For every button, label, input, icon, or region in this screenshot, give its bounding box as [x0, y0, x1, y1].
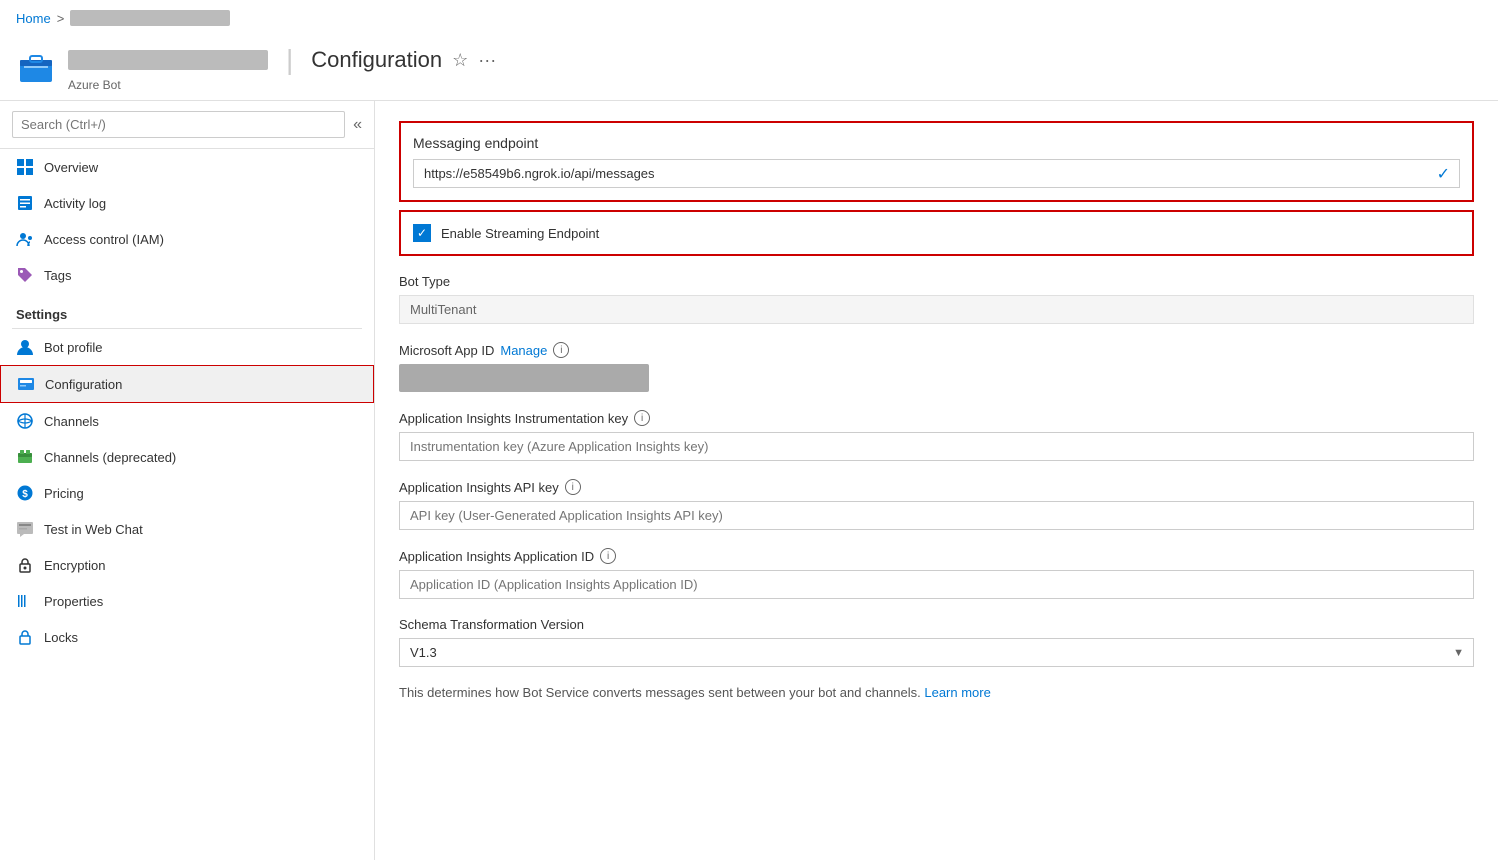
sidebar-item-overview[interactable]: Overview — [0, 149, 374, 185]
streaming-endpoint-checkbox[interactable]: ✓ — [413, 224, 431, 242]
sidebar-item-channels-deprecated[interactable]: Channels (deprecated) — [0, 439, 374, 475]
app-id-info-icon[interactable]: i — [553, 342, 569, 358]
sidebar-item-channels-label: Channels — [44, 414, 99, 429]
sidebar-item-configuration-label: Configuration — [45, 377, 122, 392]
sidebar-item-properties[interactable]: Properties — [0, 583, 374, 619]
bot-type-label: Bot Type — [399, 274, 1474, 289]
app-insights-key-label: Application Insights Instrumentation key… — [399, 410, 1474, 426]
microsoft-app-id-label: Microsoft App ID Manage i — [399, 342, 1474, 358]
app-insights-api-key-input[interactable] — [399, 501, 1474, 530]
bot-profile-icon — [16, 338, 34, 356]
app-insights-app-id-info-icon[interactable]: i — [600, 548, 616, 564]
sidebar-item-activity-log-label: Activity log — [44, 196, 106, 211]
sidebar-item-configuration[interactable]: Configuration — [0, 365, 374, 403]
access-control-icon — [16, 230, 34, 248]
header-subtitle: Azure Bot — [68, 78, 496, 92]
sidebar-item-bot-profile-label: Bot profile — [44, 340, 103, 355]
app-insights-key-info-icon[interactable]: i — [634, 410, 650, 426]
properties-icon — [16, 592, 34, 610]
app-insights-app-id-label: Application Insights Application ID i — [399, 548, 1474, 564]
encryption-icon — [16, 556, 34, 574]
test-web-chat-icon — [16, 520, 34, 538]
microsoft-app-id-masked — [399, 364, 649, 392]
tags-icon — [16, 266, 34, 284]
channels-icon — [16, 412, 34, 430]
messaging-endpoint-input[interactable] — [413, 159, 1460, 188]
sidebar-item-test-web-chat-label: Test in Web Chat — [44, 522, 143, 537]
configuration-icon — [17, 375, 35, 393]
settings-section-label: Settings — [0, 293, 374, 328]
sidebar-item-bot-profile[interactable]: Bot profile — [0, 329, 374, 365]
bot-type-section: Bot Type — [399, 274, 1474, 324]
messaging-endpoint-label: Messaging endpoint — [413, 135, 1460, 151]
schema-transformation-select-wrapper: V1.3 V1.2 V1.1 V1.0 — [399, 638, 1474, 667]
streaming-endpoint-row: ✓ Enable Streaming Endpoint — [413, 224, 1460, 242]
sidebar-search-container: « — [0, 101, 374, 149]
sidebar-item-tags-label: Tags — [44, 268, 71, 283]
sidebar-item-encryption-label: Encryption — [44, 558, 105, 573]
content-area: Messaging endpoint ✓ ✓ Enable Streaming … — [375, 101, 1498, 860]
search-input[interactable] — [12, 111, 345, 138]
pricing-icon: $ — [16, 484, 34, 502]
sidebar-item-pricing-label: Pricing — [44, 486, 84, 501]
app-insights-api-key-label: Application Insights API key i — [399, 479, 1474, 495]
sidebar-item-channels[interactable]: Channels — [0, 403, 374, 439]
page-title: Configuration — [311, 47, 442, 73]
header-title-area: | Configuration ☆ ··· Azure Bot — [68, 44, 496, 92]
sidebar-item-tags[interactable]: Tags — [0, 257, 374, 293]
messaging-endpoint-input-container: ✓ — [413, 159, 1460, 188]
sidebar-item-activity-log[interactable]: Activity log — [0, 185, 374, 221]
locks-icon — [16, 628, 34, 646]
azure-bot-icon — [16, 48, 56, 88]
app-insights-app-id-input[interactable] — [399, 570, 1474, 599]
schema-transformation-section: Schema Transformation Version V1.3 V1.2 … — [399, 617, 1474, 667]
page-header: | Configuration ☆ ··· Azure Bot — [0, 36, 1498, 101]
header-divider: | — [286, 44, 293, 76]
overview-icon — [16, 158, 34, 176]
sidebar: « Overview Activity log Access control (… — [0, 101, 375, 860]
sidebar-item-access-control[interactable]: Access control (IAM) — [0, 221, 374, 257]
svg-text:$: $ — [22, 489, 28, 500]
collapse-sidebar-button[interactable]: « — [353, 116, 362, 134]
bot-type-input — [399, 295, 1474, 324]
breadcrumb-separator: > — [57, 11, 65, 26]
breadcrumb: Home > — [0, 0, 1498, 36]
sidebar-item-encryption[interactable]: Encryption — [0, 547, 374, 583]
app-insights-key-section: Application Insights Instrumentation key… — [399, 410, 1474, 461]
sidebar-item-locks-label: Locks — [44, 630, 78, 645]
sidebar-item-properties-label: Properties — [44, 594, 103, 609]
sidebar-item-channels-deprecated-label: Channels (deprecated) — [44, 450, 176, 465]
channels-deprecated-icon — [16, 448, 34, 466]
sidebar-item-locks[interactable]: Locks — [0, 619, 374, 655]
schema-transformation-label: Schema Transformation Version — [399, 617, 1474, 632]
sidebar-item-overview-label: Overview — [44, 160, 98, 175]
sidebar-item-access-control-label: Access control (IAM) — [44, 232, 164, 247]
schema-description-text: This determines how Bot Service converts… — [399, 685, 1474, 700]
sidebar-item-test-web-chat[interactable]: Test in Web Chat — [0, 511, 374, 547]
sidebar-item-pricing[interactable]: $ Pricing — [0, 475, 374, 511]
more-options-icon[interactable]: ··· — [478, 50, 496, 71]
streaming-endpoint-section: ✓ Enable Streaming Endpoint — [399, 210, 1474, 256]
app-insights-app-id-section: Application Insights Application ID i — [399, 548, 1474, 599]
header-resource-name — [68, 50, 268, 70]
app-insights-key-input[interactable] — [399, 432, 1474, 461]
favorite-star-icon[interactable]: ☆ — [452, 50, 468, 71]
streaming-endpoint-label: Enable Streaming Endpoint — [441, 226, 599, 241]
learn-more-link[interactable]: Learn more — [924, 685, 990, 700]
schema-transformation-select[interactable]: V1.3 V1.2 V1.1 V1.0 — [399, 638, 1474, 667]
microsoft-app-id-section: Microsoft App ID Manage i — [399, 342, 1474, 392]
activity-log-icon — [16, 194, 34, 212]
messaging-endpoint-section: Messaging endpoint ✓ — [399, 121, 1474, 202]
app-insights-api-key-info-icon[interactable]: i — [565, 479, 581, 495]
manage-link[interactable]: Manage — [500, 343, 547, 358]
home-link[interactable]: Home — [16, 11, 51, 26]
app-insights-api-key-section: Application Insights API key i — [399, 479, 1474, 530]
check-icon: ✓ — [1437, 164, 1450, 184]
breadcrumb-resource — [70, 10, 230, 26]
